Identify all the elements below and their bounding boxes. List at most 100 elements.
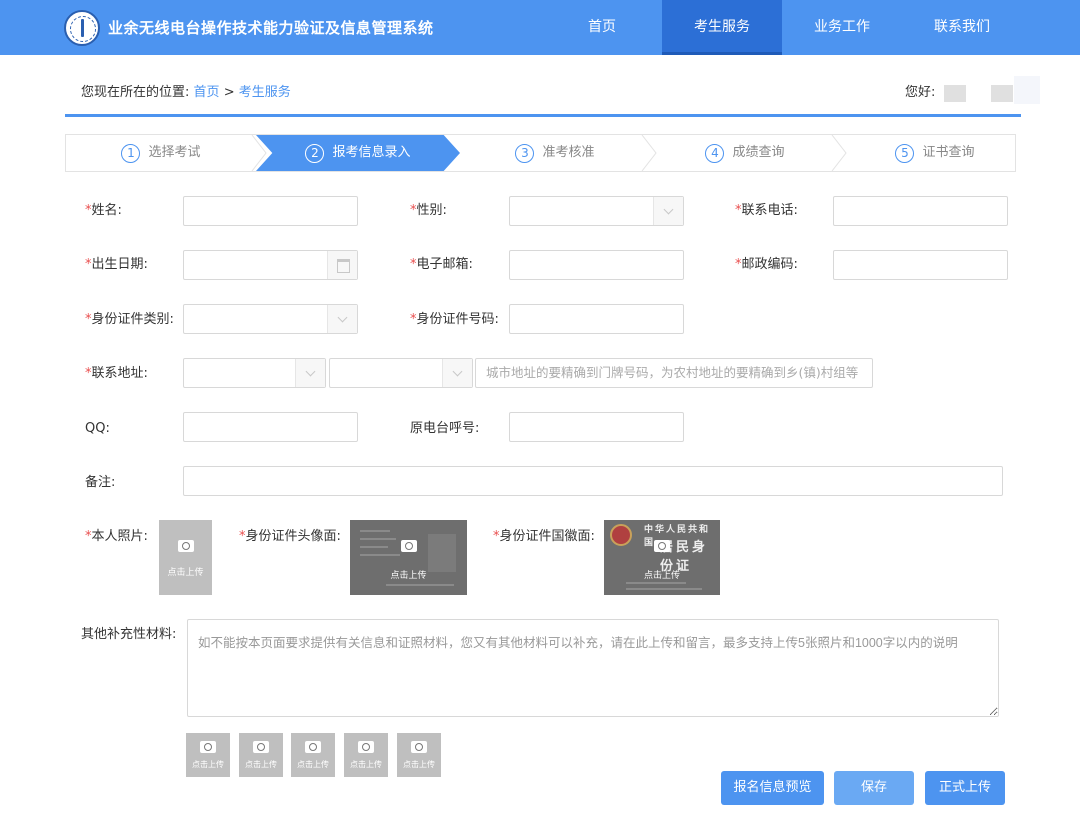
chevron-down-icon[interactable] — [653, 197, 683, 225]
step-4[interactable]: 4 成绩查询 — [650, 135, 840, 171]
card-text-line — [360, 530, 390, 532]
postcode-input[interactable] — [833, 250, 1008, 280]
id-back-label: *身份证件国徽面: — [493, 529, 595, 545]
national-emblem-icon — [610, 524, 632, 546]
address-label: *联系地址: — [85, 366, 148, 382]
upload-caption: 点击上传 — [297, 760, 329, 769]
gender-label: *性别: — [410, 203, 447, 219]
photo-label-text: 本人照片: — [91, 529, 148, 544]
camera-icon — [358, 741, 374, 753]
callsign-label: 原电台呼号: — [410, 421, 480, 436]
id-type-select[interactable] — [183, 304, 358, 334]
step-label: 报考信息录入 — [332, 145, 411, 160]
other-upload-button-2[interactable]: 点击上传 — [239, 733, 283, 777]
camera-icon — [177, 540, 194, 552]
upload-caption: 点击上传 — [390, 571, 427, 581]
camera-icon — [400, 540, 417, 552]
nav-home[interactable]: 首页 — [542, 0, 662, 55]
step-number: 2 — [305, 143, 325, 163]
province-select[interactable] — [183, 358, 326, 388]
callsign-input[interactable] — [509, 412, 684, 442]
id-number-input[interactable] — [509, 304, 684, 334]
step-number: 1 — [121, 143, 141, 163]
submit-button[interactable]: 正式上传 — [925, 771, 1005, 805]
id-back-label-text: 身份证件国徽面: — [499, 529, 595, 544]
name-input[interactable] — [183, 196, 358, 226]
card-text-line — [626, 582, 686, 584]
calendar-icon[interactable] — [327, 251, 357, 279]
chevron-down-icon[interactable] — [442, 359, 472, 387]
id-front-upload-button[interactable]: 点击上传 — [350, 520, 467, 595]
nav-business[interactable]: 业务工作 — [782, 0, 902, 55]
step-number: 5 — [895, 143, 915, 163]
postcode-label: *邮政编码: — [735, 257, 798, 273]
step-number: 3 — [515, 143, 535, 163]
card-text-line — [626, 588, 702, 590]
card-id-number-line — [386, 584, 454, 586]
phone-label: *联系电话: — [735, 203, 798, 219]
step-number: 4 — [705, 143, 725, 163]
email-label-text: 电子邮箱: — [416, 257, 473, 272]
email-input[interactable] — [509, 250, 684, 280]
upload-caption: 点击上传 — [350, 760, 382, 769]
step-1[interactable]: 1 选择考试 — [66, 135, 256, 171]
breadcrumb: 您现在所在的位置: 首页 > 考生服务 — [81, 81, 291, 100]
other-upload-button-3[interactable]: 点击上传 — [291, 733, 335, 777]
birthdate-input[interactable] — [183, 250, 358, 280]
camera-icon — [305, 741, 321, 753]
step-label: 准考核准 — [542, 145, 595, 160]
city-select[interactable] — [329, 358, 473, 388]
masked-username — [944, 85, 966, 102]
card-text-line — [360, 538, 396, 540]
remark-label: 备注: — [85, 475, 116, 490]
other-upload-button-4[interactable]: 点击上传 — [344, 733, 388, 777]
nav-candidate-services[interactable]: 考生服务 — [662, 0, 782, 55]
breadcrumb-separator: > — [223, 85, 235, 100]
photo-upload-button[interactable]: 点击上传 — [159, 520, 212, 595]
id-front-label-text: 身份证件头像面: — [245, 529, 341, 544]
id-back-upload-button[interactable]: 中华人民共和国 居民身份证 点击上传 — [604, 520, 720, 595]
system-title: 业余无线电台操作技术能力验证及信息管理系统 — [108, 19, 434, 37]
step-progress-bar: 1 选择考试 2 报考信息录入 3 准考核准 4 成绩查询 5 证书查询 — [65, 134, 1016, 172]
card-text-line — [360, 546, 388, 548]
card-portrait — [428, 534, 456, 572]
breadcrumb-current-link[interactable]: 考生服务 — [239, 85, 291, 100]
id-type-label-text: 身份证件类别: — [91, 312, 174, 327]
qq-label: QQ: — [85, 421, 110, 436]
logo-icon — [64, 10, 100, 46]
preview-button[interactable]: 报名信息预览 — [721, 771, 824, 805]
nav-contact[interactable]: 联系我们 — [902, 0, 1022, 55]
qq-input[interactable] — [183, 412, 358, 442]
chevron-down-icon[interactable] — [327, 305, 357, 333]
other-upload-button-1[interactable]: 点击上传 — [186, 733, 230, 777]
camera-icon — [253, 741, 269, 753]
upload-caption: 点击上传 — [192, 760, 224, 769]
step-3[interactable]: 3 准考核准 — [460, 135, 650, 171]
step-2-active[interactable]: 2 报考信息录入 — [256, 135, 460, 171]
save-button[interactable]: 保存 — [834, 771, 914, 805]
step-label: 选择考试 — [148, 145, 201, 160]
address-input[interactable]: 城市地址的要精确到门牌号码，为农村地址的要精确到乡(镇)村组等 — [475, 358, 873, 388]
other-material-label: 其他补充性材料: — [81, 627, 177, 642]
phone-label-text: 联系电话: — [741, 203, 798, 218]
address-label-text: 联系地址: — [91, 366, 148, 381]
name-label-text: 姓名: — [91, 203, 122, 218]
id-number-label-text: 身份证件号码: — [416, 312, 499, 327]
name-label: *姓名: — [85, 203, 122, 219]
camera-icon — [411, 741, 427, 753]
gender-select[interactable] — [509, 196, 684, 226]
step-5[interactable]: 5 证书查询 — [840, 135, 1030, 171]
masked-username — [1014, 76, 1040, 104]
gender-label-text: 性别: — [416, 203, 447, 218]
other-upload-button-5[interactable]: 点击上传 — [397, 733, 441, 777]
phone-input[interactable] — [833, 196, 1008, 226]
other-material-textarea[interactable] — [187, 619, 999, 717]
camera-icon — [200, 741, 216, 753]
remark-input[interactable] — [183, 466, 1003, 496]
upload-caption: 点击上传 — [245, 760, 277, 769]
email-label: *电子邮箱: — [410, 257, 473, 273]
breadcrumb-home-link[interactable]: 首页 — [194, 85, 220, 100]
upload-caption: 点击上传 — [403, 760, 435, 769]
step-label: 证书查询 — [922, 145, 975, 160]
chevron-down-icon[interactable] — [295, 359, 325, 387]
